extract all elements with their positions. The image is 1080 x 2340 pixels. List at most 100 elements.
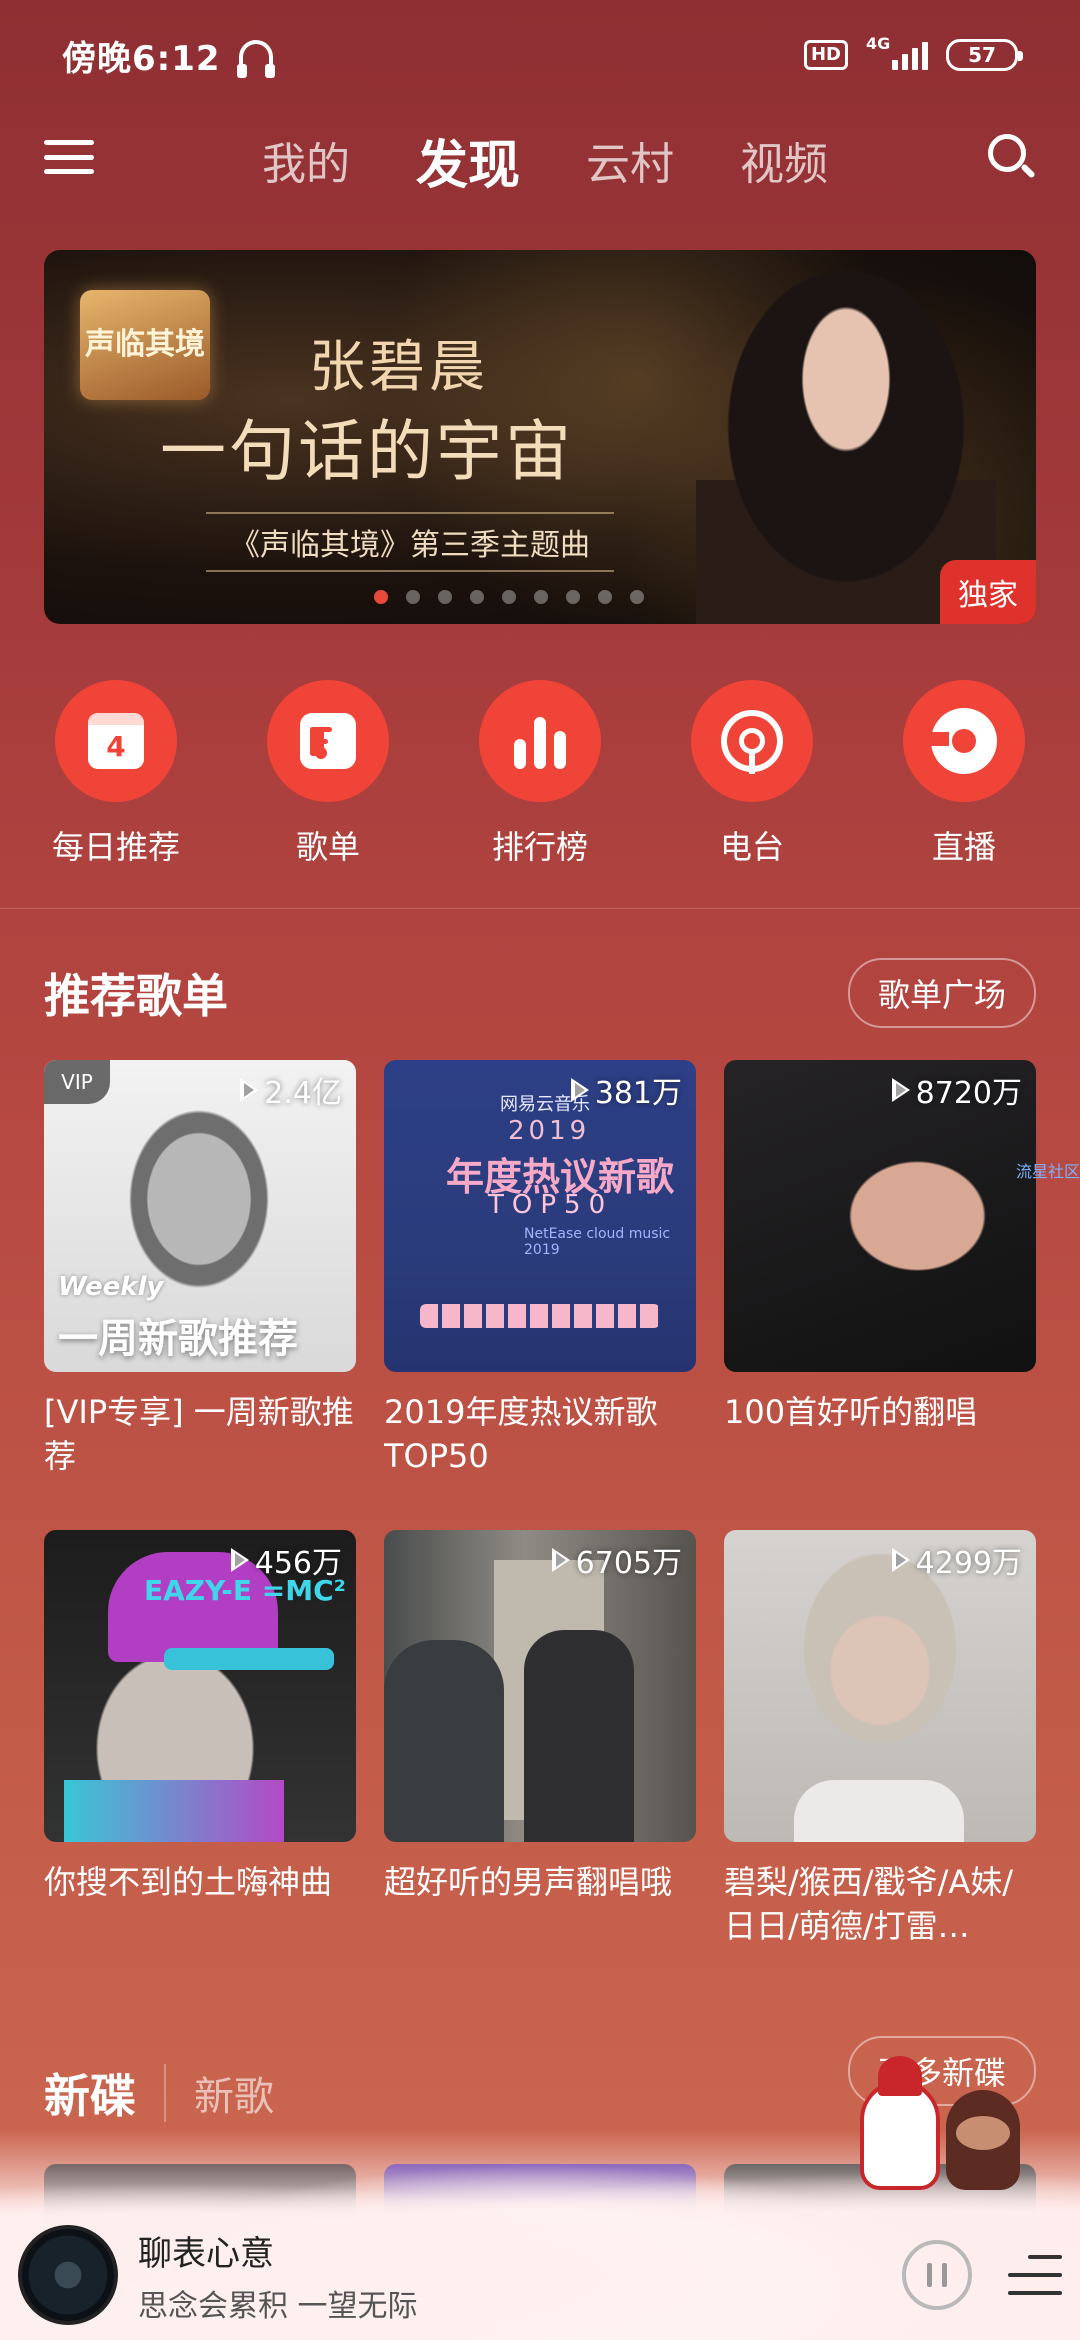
status-indicators: HD 4G 57 (803, 34, 1023, 71)
playlist-circle (267, 680, 389, 802)
quick-label: 直播 (931, 828, 996, 866)
play-count-icon (551, 1548, 572, 1572)
playlist-cover: EAZY-E =MC² 456万 (44, 1530, 356, 1842)
charts-circle (479, 680, 601, 802)
pause-icon[interactable] (902, 2240, 972, 2310)
headset-icon (236, 40, 275, 78)
charts-button[interactable]: 排行榜 (450, 680, 630, 880)
recommended-header: 推荐歌单 歌单广场 (44, 958, 1036, 1028)
banner-dot (502, 590, 516, 604)
playlist-card[interactable]: 4299万 碧梨/猴西/戳爷/A妹/日日/萌德/打雷… (724, 1530, 1036, 1948)
playlist-card[interactable]: 8720万 100首好听的翻唱 (724, 1060, 1036, 1478)
playlist-cover: 8720万 (724, 1060, 1036, 1372)
playlist-title: 100首好听的翻唱 (724, 1393, 978, 1431)
playlist-card[interactable]: 6705万 超好听的男声翻唱哦 (384, 1530, 696, 1948)
cover-shirt-art (794, 1780, 964, 1842)
status-time: 傍晚6:12 (62, 38, 221, 79)
playlist-grid-row-2: EAZY-E =MC² 456万 你搜不到的土嗨神曲 6705万 超好听的男声翻… (44, 1530, 1036, 1948)
playlist-button[interactable]: 歌单 (238, 680, 418, 880)
calendar-icon: 4 (88, 713, 144, 769)
play-count: 4299万 (891, 1538, 1022, 1582)
tab-discover[interactable]: 发现 (416, 123, 520, 198)
play-count: 6705万 (551, 1538, 682, 1582)
mascot-figure (860, 2056, 940, 2190)
playlist-title: 2019年度热议新歌TOP50 (384, 1393, 658, 1475)
radio-circle (691, 680, 813, 802)
nav-tabs: 我的 发现 云村 视频 (0, 110, 1080, 210)
playlist-icon (300, 713, 356, 769)
player-text: 聊表心意 思念会累积 一望无际 (138, 2226, 418, 2325)
play-count-value: 6705万 (575, 1546, 682, 1581)
banner-artist: 张碧晨 (309, 335, 489, 400)
playlist-square-button[interactable]: 歌单广场 (847, 958, 1036, 1028)
play-count: 381万 (570, 1068, 682, 1112)
play-count-icon (570, 1078, 591, 1102)
playlist-title: [VIP专享] 一周新歌推荐 (44, 1393, 354, 1475)
cover-top: TOP50 (488, 1190, 614, 1220)
cover-year: 2019 (508, 1116, 591, 1146)
live-icon (931, 708, 997, 774)
live-button[interactable]: 直播 (874, 680, 1054, 880)
banner-dot (630, 590, 644, 604)
section-title: 推荐歌单 (44, 969, 228, 1023)
play-count-value: 381万 (594, 1076, 682, 1111)
play-count: 456万 (230, 1538, 342, 1582)
quick-label: 排行榜 (491, 828, 588, 866)
banner-logo: 声临其境 (80, 290, 210, 400)
banner-dot (566, 590, 580, 604)
cover-figure-art (384, 1640, 504, 1842)
vip-badge: VIP (44, 1060, 110, 1104)
banner-pagination (374, 590, 644, 604)
playlist-queue-icon[interactable] (1008, 2249, 1062, 2301)
banner-dot (406, 590, 420, 604)
tab-video[interactable]: 视频 (740, 128, 828, 192)
player-song-title: 聊表心意 (138, 2233, 274, 2274)
exclusive-badge: 独家 (940, 560, 1036, 624)
radio-button[interactable]: 电台 (662, 680, 842, 880)
playlist-cover: 4299万 (724, 1530, 1036, 1842)
play-count-value: 4299万 (915, 1546, 1022, 1581)
play-count: 2.4亿 (240, 1068, 342, 1112)
playlist-grid-row-1: VIP Weekly 一周新歌推荐 2.4亿 [VIP专享] 一周新歌推荐 网易… (44, 1060, 1036, 1478)
tab-cloud-village[interactable]: 云村 (586, 128, 674, 192)
section-title-new-songs[interactable]: 新歌 (164, 2064, 274, 2122)
quick-label: 歌单 (295, 828, 360, 866)
player-lyric: 思念会累积 一望无际 (138, 2288, 418, 2324)
play-count-icon (240, 1078, 260, 1102)
status-bar: 傍晚6:12 HD 4G 57 (0, 0, 1080, 110)
banner-dot (438, 590, 452, 604)
mini-player[interactable]: 聊表心意 思念会累积 一望无际 (0, 2210, 1080, 2340)
play-count-value: 2.4亿 (264, 1076, 342, 1111)
play-count-icon (891, 1548, 912, 1572)
banner-title: 一句话的宇宙 (160, 413, 574, 490)
playlist-card[interactable]: 网易云音乐 2019 年度热议新歌 TOP50 NetEase cloud mu… (384, 1060, 696, 1478)
play-count-icon (891, 1078, 912, 1102)
search-icon[interactable] (984, 130, 1038, 184)
section-title-new-albums[interactable]: 新碟 (44, 2060, 136, 2126)
signal-icon: 4G (866, 34, 928, 70)
cover-weekly-text: Weekly (58, 1272, 164, 1302)
playlist-card[interactable]: VIP Weekly 一周新歌推荐 2.4亿 [VIP专享] 一周新歌推荐 (44, 1060, 356, 1478)
divider (0, 908, 1080, 909)
banner-subtitle: 《声临其境》第三季主题曲 (206, 512, 614, 572)
cover-sweater-art (64, 1780, 284, 1842)
cover-figure-art (524, 1630, 634, 1842)
battery-icon: 57 (946, 39, 1023, 71)
playlist-title: 碧梨/猴西/戳爷/A妹/日日/萌德/打雷… (724, 1863, 1014, 1945)
quick-label: 每日推荐 (51, 828, 180, 866)
top-nav: 我的 发现 云村 视频 (0, 110, 1080, 230)
mascot-figure (946, 2090, 1020, 2190)
play-count: 8720万 (891, 1068, 1022, 1112)
playlist-card[interactable]: EAZY-E =MC² 456万 你搜不到的土嗨神曲 (44, 1530, 356, 1948)
banner-dot (470, 590, 484, 604)
daily-recommend-button[interactable]: 4 每日推荐 (26, 680, 206, 880)
play-count-icon (230, 1548, 251, 1572)
banner-carousel[interactable]: 声临其境 张碧晨 一句话的宇宙 《声临其境》第三季主题曲 独家 (44, 250, 1036, 624)
banner-dot (374, 590, 388, 604)
playlist-title: 超好听的男声翻唱哦 (384, 1863, 673, 1901)
quick-entries: 4 每日推荐 歌单 排行榜 电台 直播 (0, 680, 1080, 880)
player-album-art[interactable] (18, 2225, 118, 2325)
playlist-title: 你搜不到的土嗨神曲 (44, 1863, 333, 1901)
tab-mine[interactable]: 我的 (262, 128, 350, 192)
live-circle (903, 680, 1025, 802)
